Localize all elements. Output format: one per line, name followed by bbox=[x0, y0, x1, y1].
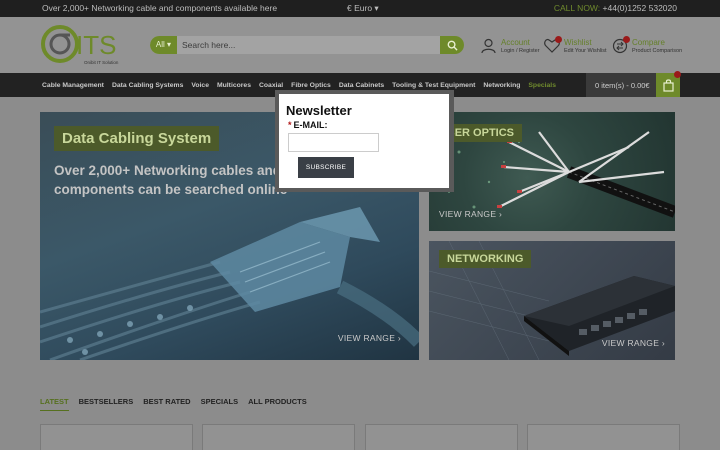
chevron-right-icon: › bbox=[498, 209, 503, 219]
nav-fibre-optics[interactable]: Fibre Optics bbox=[291, 82, 331, 89]
site-header: ITS Onibit IT Solution All ▾ Account Log… bbox=[0, 17, 720, 73]
currency-label: € Euro bbox=[347, 3, 373, 13]
shopping-bag-icon bbox=[662, 78, 674, 92]
product-tabs: LATEST BESTSELLERS BEST RATED SPECIALS A… bbox=[40, 397, 307, 411]
nav-coaxial[interactable]: Coaxial bbox=[259, 82, 283, 89]
nav-specials[interactable]: Specials bbox=[528, 82, 556, 89]
subscribe-button[interactable]: SUBSCRIBE bbox=[298, 157, 354, 178]
nav-data-cabinets[interactable]: Data Cabinets bbox=[339, 82, 384, 89]
email-label-text: E-MAIL: bbox=[293, 120, 328, 130]
site-logo[interactable]: ITS Onibit IT Solution bbox=[40, 23, 130, 67]
newsletter-title: Newsletter bbox=[286, 103, 352, 118]
view-range-label: VIEW RANGE bbox=[439, 209, 497, 219]
nav-networking[interactable]: Networking bbox=[483, 82, 520, 89]
tab-latest[interactable]: LATEST bbox=[40, 397, 69, 411]
product-card[interactable] bbox=[202, 424, 355, 450]
logo-tagline: Onibit IT Solution bbox=[84, 60, 119, 65]
banner-main-title: Data Cabling System bbox=[54, 126, 220, 151]
wishlist-subtitle: Edit Your Wishlist bbox=[564, 48, 607, 54]
compare-badge bbox=[623, 36, 630, 43]
nav-tooling-test-equipment[interactable]: Tooling & Test Equipment bbox=[392, 82, 475, 89]
search-input[interactable] bbox=[178, 36, 440, 54]
nav-voice[interactable]: Voice bbox=[191, 82, 209, 89]
view-range-label: VIEW RANGE bbox=[601, 338, 660, 348]
tab-specials[interactable]: SPECIALS bbox=[201, 397, 239, 411]
compare-title: Compare bbox=[632, 38, 665, 47]
search-button[interactable] bbox=[440, 36, 464, 54]
nav-multicores[interactable]: Multicores bbox=[217, 82, 251, 89]
banner-main-view-range[interactable]: VIEW RANGE › bbox=[338, 333, 401, 343]
wishlist-title: Wishlist bbox=[564, 38, 592, 47]
product-card[interactable] bbox=[527, 424, 680, 450]
newsletter-modal: Newsletter * E-MAIL: SUBSCRIBE bbox=[279, 94, 449, 188]
caret-down-icon: ▾ bbox=[374, 3, 379, 13]
banner-fiber-optics[interactable]: FIBER OPTICS VIEW RANGE › bbox=[429, 112, 675, 231]
compare-subtitle: Product Comparison bbox=[632, 48, 683, 54]
wishlist-badge bbox=[555, 36, 562, 43]
search-icon bbox=[447, 40, 458, 51]
view-range-label: VIEW RANGE bbox=[337, 333, 396, 343]
account-title: Account bbox=[501, 38, 530, 47]
tab-all-products[interactable]: ALL PRODUCTS bbox=[248, 397, 307, 411]
search-category-dropdown[interactable]: All ▾ bbox=[150, 36, 177, 54]
product-card[interactable] bbox=[365, 424, 518, 450]
top-bar: Over 2,000+ Networking cable and compone… bbox=[0, 0, 720, 17]
cart-badge bbox=[674, 71, 681, 78]
caret-down-icon: ▾ bbox=[167, 40, 172, 49]
required-icon: * bbox=[288, 120, 292, 130]
search-category-label: All bbox=[155, 40, 165, 49]
banner-networking[interactable]: NETWORKING VIEW RANGE › bbox=[429, 241, 675, 360]
product-card[interactable] bbox=[40, 424, 193, 450]
chevron-right-icon: › bbox=[397, 333, 401, 343]
call-label: CALL NOW: bbox=[553, 3, 601, 13]
user-icon bbox=[481, 38, 496, 54]
banner-networking-view-range[interactable]: VIEW RANGE › bbox=[602, 338, 665, 348]
nav-data-cabling-systems[interactable]: Data Cabling Systems bbox=[112, 82, 183, 89]
cart-button[interactable]: 0 item(s) - 0.00€ bbox=[586, 71, 681, 97]
newsletter-email-input[interactable] bbox=[288, 133, 379, 152]
email-label: * E-MAIL: bbox=[288, 120, 328, 130]
banner-fiber-view-range[interactable]: VIEW RANGE › bbox=[439, 209, 502, 219]
call-number[interactable]: +44(0)1252 532020 bbox=[603, 3, 677, 13]
chevron-right-icon: › bbox=[661, 338, 665, 348]
account-subtitle: Login / Register bbox=[501, 48, 540, 54]
tab-best-rated[interactable]: BEST RATED bbox=[143, 397, 190, 411]
logo-text: ITS bbox=[76, 30, 116, 60]
banner-main-subtitle: Over 2,000+ Networking cables and compon… bbox=[54, 163, 288, 197]
nav-cable-management[interactable]: Cable Management bbox=[42, 82, 104, 89]
search-bar: All ▾ bbox=[150, 36, 464, 54]
call-now: CALL NOW: +44(0)1252 532020 bbox=[554, 3, 677, 13]
banner-networking-title: NETWORKING bbox=[439, 250, 532, 268]
promo-text: Over 2,000+ Networking cable and compone… bbox=[42, 3, 278, 13]
currency-selector[interactable]: € Euro ▾ bbox=[347, 3, 379, 14]
tab-bestsellers[interactable]: BESTSELLERS bbox=[79, 397, 134, 411]
cart-summary: 0 item(s) - 0.00€ bbox=[595, 81, 650, 90]
